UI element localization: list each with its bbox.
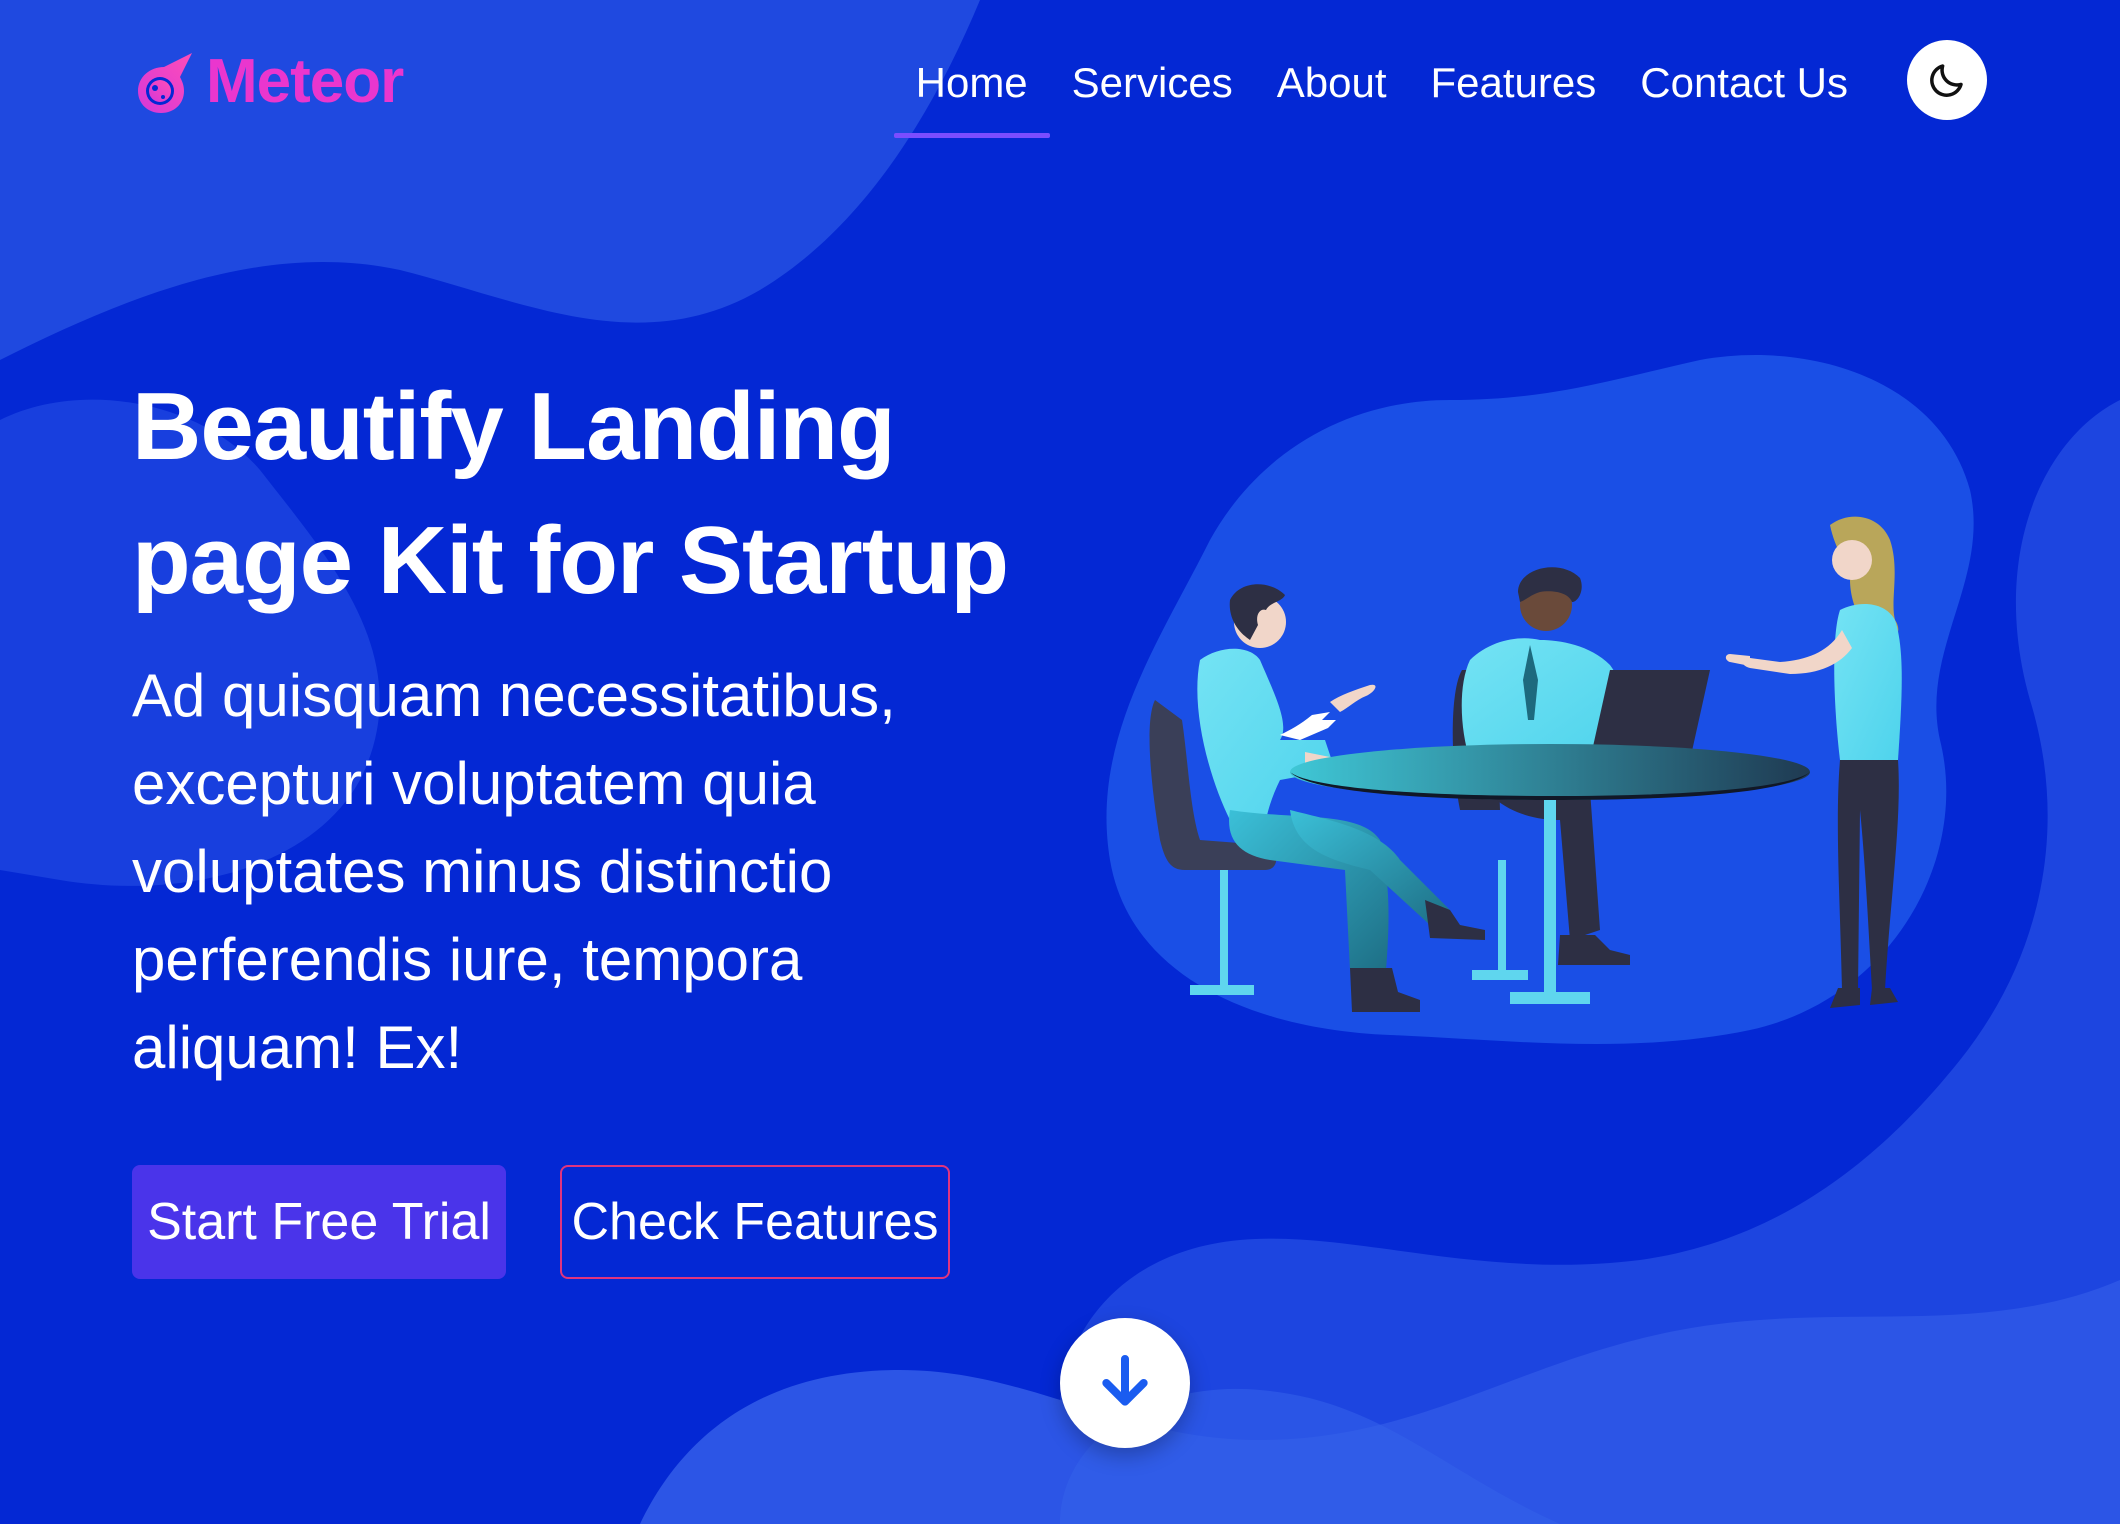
- arrow-down-icon: [1102, 1355, 1148, 1406]
- hero-title-line-2: page Kit for Startup: [132, 507, 1009, 614]
- scroll-down-button[interactable]: [1060, 1318, 1190, 1448]
- hero-actions: Start Free Trial Check Features: [132, 1165, 950, 1279]
- theme-toggle-button[interactable]: [1907, 40, 1987, 120]
- start-free-trial-button[interactable]: Start Free Trial: [132, 1165, 506, 1279]
- nav-features[interactable]: Features: [1409, 48, 1619, 144]
- brand-name: Meteor: [206, 47, 404, 116]
- top-navbar: Meteor Home Services About Features Cont…: [0, 0, 2120, 160]
- nav-contact-us[interactable]: Contact Us: [1618, 48, 1870, 144]
- hero-title-line-1: Beautify Landing: [132, 373, 896, 480]
- hero-description: Ad quisquam necessitatibus, excepturi vo…: [132, 662, 896, 1081]
- hero-section: Beautify Landing page Kit for Startup Ad…: [132, 360, 1052, 1092]
- hero-title: Beautify Landing page Kit for Startup: [132, 360, 1052, 628]
- main-nav: Home Services About Features Contact Us: [893, 48, 1870, 144]
- nav-home[interactable]: Home: [893, 48, 1050, 144]
- moon-icon: [1930, 64, 1963, 97]
- nav-about[interactable]: About: [1255, 48, 1409, 144]
- nav-services[interactable]: Services: [1050, 48, 1255, 144]
- meteor-logo-icon: [138, 52, 192, 113]
- team-meeting-illustration: [1106, 355, 1974, 1045]
- check-features-button[interactable]: Check Features: [560, 1165, 950, 1279]
- brand-logo[interactable]: Meteor: [130, 46, 404, 117]
